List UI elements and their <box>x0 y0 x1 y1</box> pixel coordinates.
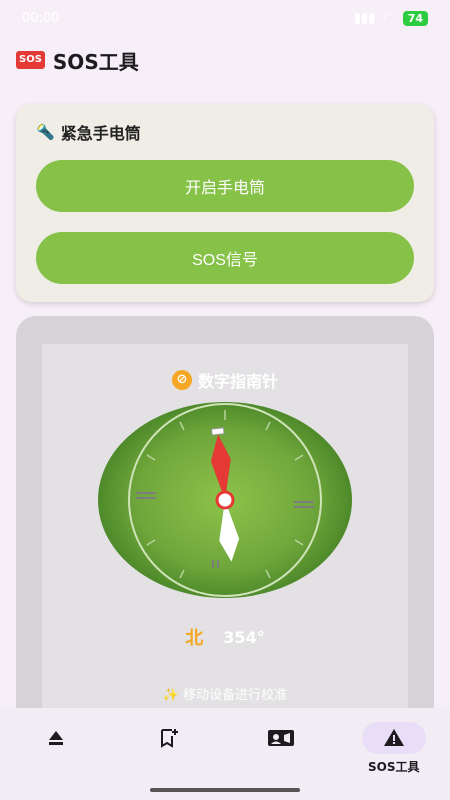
app-header: SOS SOS工具 <box>16 40 139 80</box>
needle-pivot <box>215 490 235 510</box>
compass-card-title: ⊘ 数字指南针 <box>42 368 408 392</box>
compass-heading: 354° <box>223 627 265 647</box>
page-title: SOS工具 <box>52 49 139 74</box>
nav-item-bookmark[interactable] <box>113 722 225 758</box>
battery-indicator: 74 <box>402 10 428 26</box>
status-bar: 00:00 ▮▮▮ ◠ 74 <box>0 0 450 36</box>
nav-label-sos-tools: SOS工具 <box>368 760 420 774</box>
nav-item-sos-tools[interactable]: SOS工具 <box>338 722 450 775</box>
turn-on-flashlight-button[interactable]: 开启手电筒 <box>36 160 414 212</box>
sos-signal-button[interactable]: SOS信号 <box>36 232 414 284</box>
flashlight-card-label: 紧急手电筒 <box>60 124 141 143</box>
nav-item-eject[interactable] <box>0 722 112 758</box>
nav-item-contact[interactable] <box>225 722 337 758</box>
flashlight-icon: 🔦 <box>36 123 55 141</box>
sos-badge-icon: SOS <box>16 51 45 69</box>
wifi-icon: ◠ <box>383 10 395 26</box>
contact-card-icon <box>268 730 295 746</box>
needle-north-cap <box>210 427 225 436</box>
signal-icon: ▮▮▮ <box>353 10 376 26</box>
compass-reading: 北 354° <box>0 624 450 650</box>
status-icons: ▮▮▮ ◠ 74 <box>353 10 428 26</box>
compass-icon: ⊘ <box>171 370 192 390</box>
flashlight-card: 🔦 紧急手电筒 开启手电筒 SOS信号 <box>16 104 434 302</box>
compass-direction: 北 <box>185 628 204 649</box>
eject-icon <box>49 731 64 745</box>
status-time: 00:00 <box>22 10 60 26</box>
bottom-nav: SOS工具 <box>0 708 450 800</box>
warning-icon <box>383 729 404 746</box>
calibration-hint: ✨ 移动设备进行校准 <box>162 688 288 703</box>
home-indicator[interactable] <box>150 788 300 792</box>
bookmark-add-icon <box>160 729 178 748</box>
compass-card-label: 数字指南针 <box>197 372 278 391</box>
compass-dial <box>98 402 352 598</box>
flashlight-card-title: 🔦 紧急手电筒 <box>36 120 141 144</box>
